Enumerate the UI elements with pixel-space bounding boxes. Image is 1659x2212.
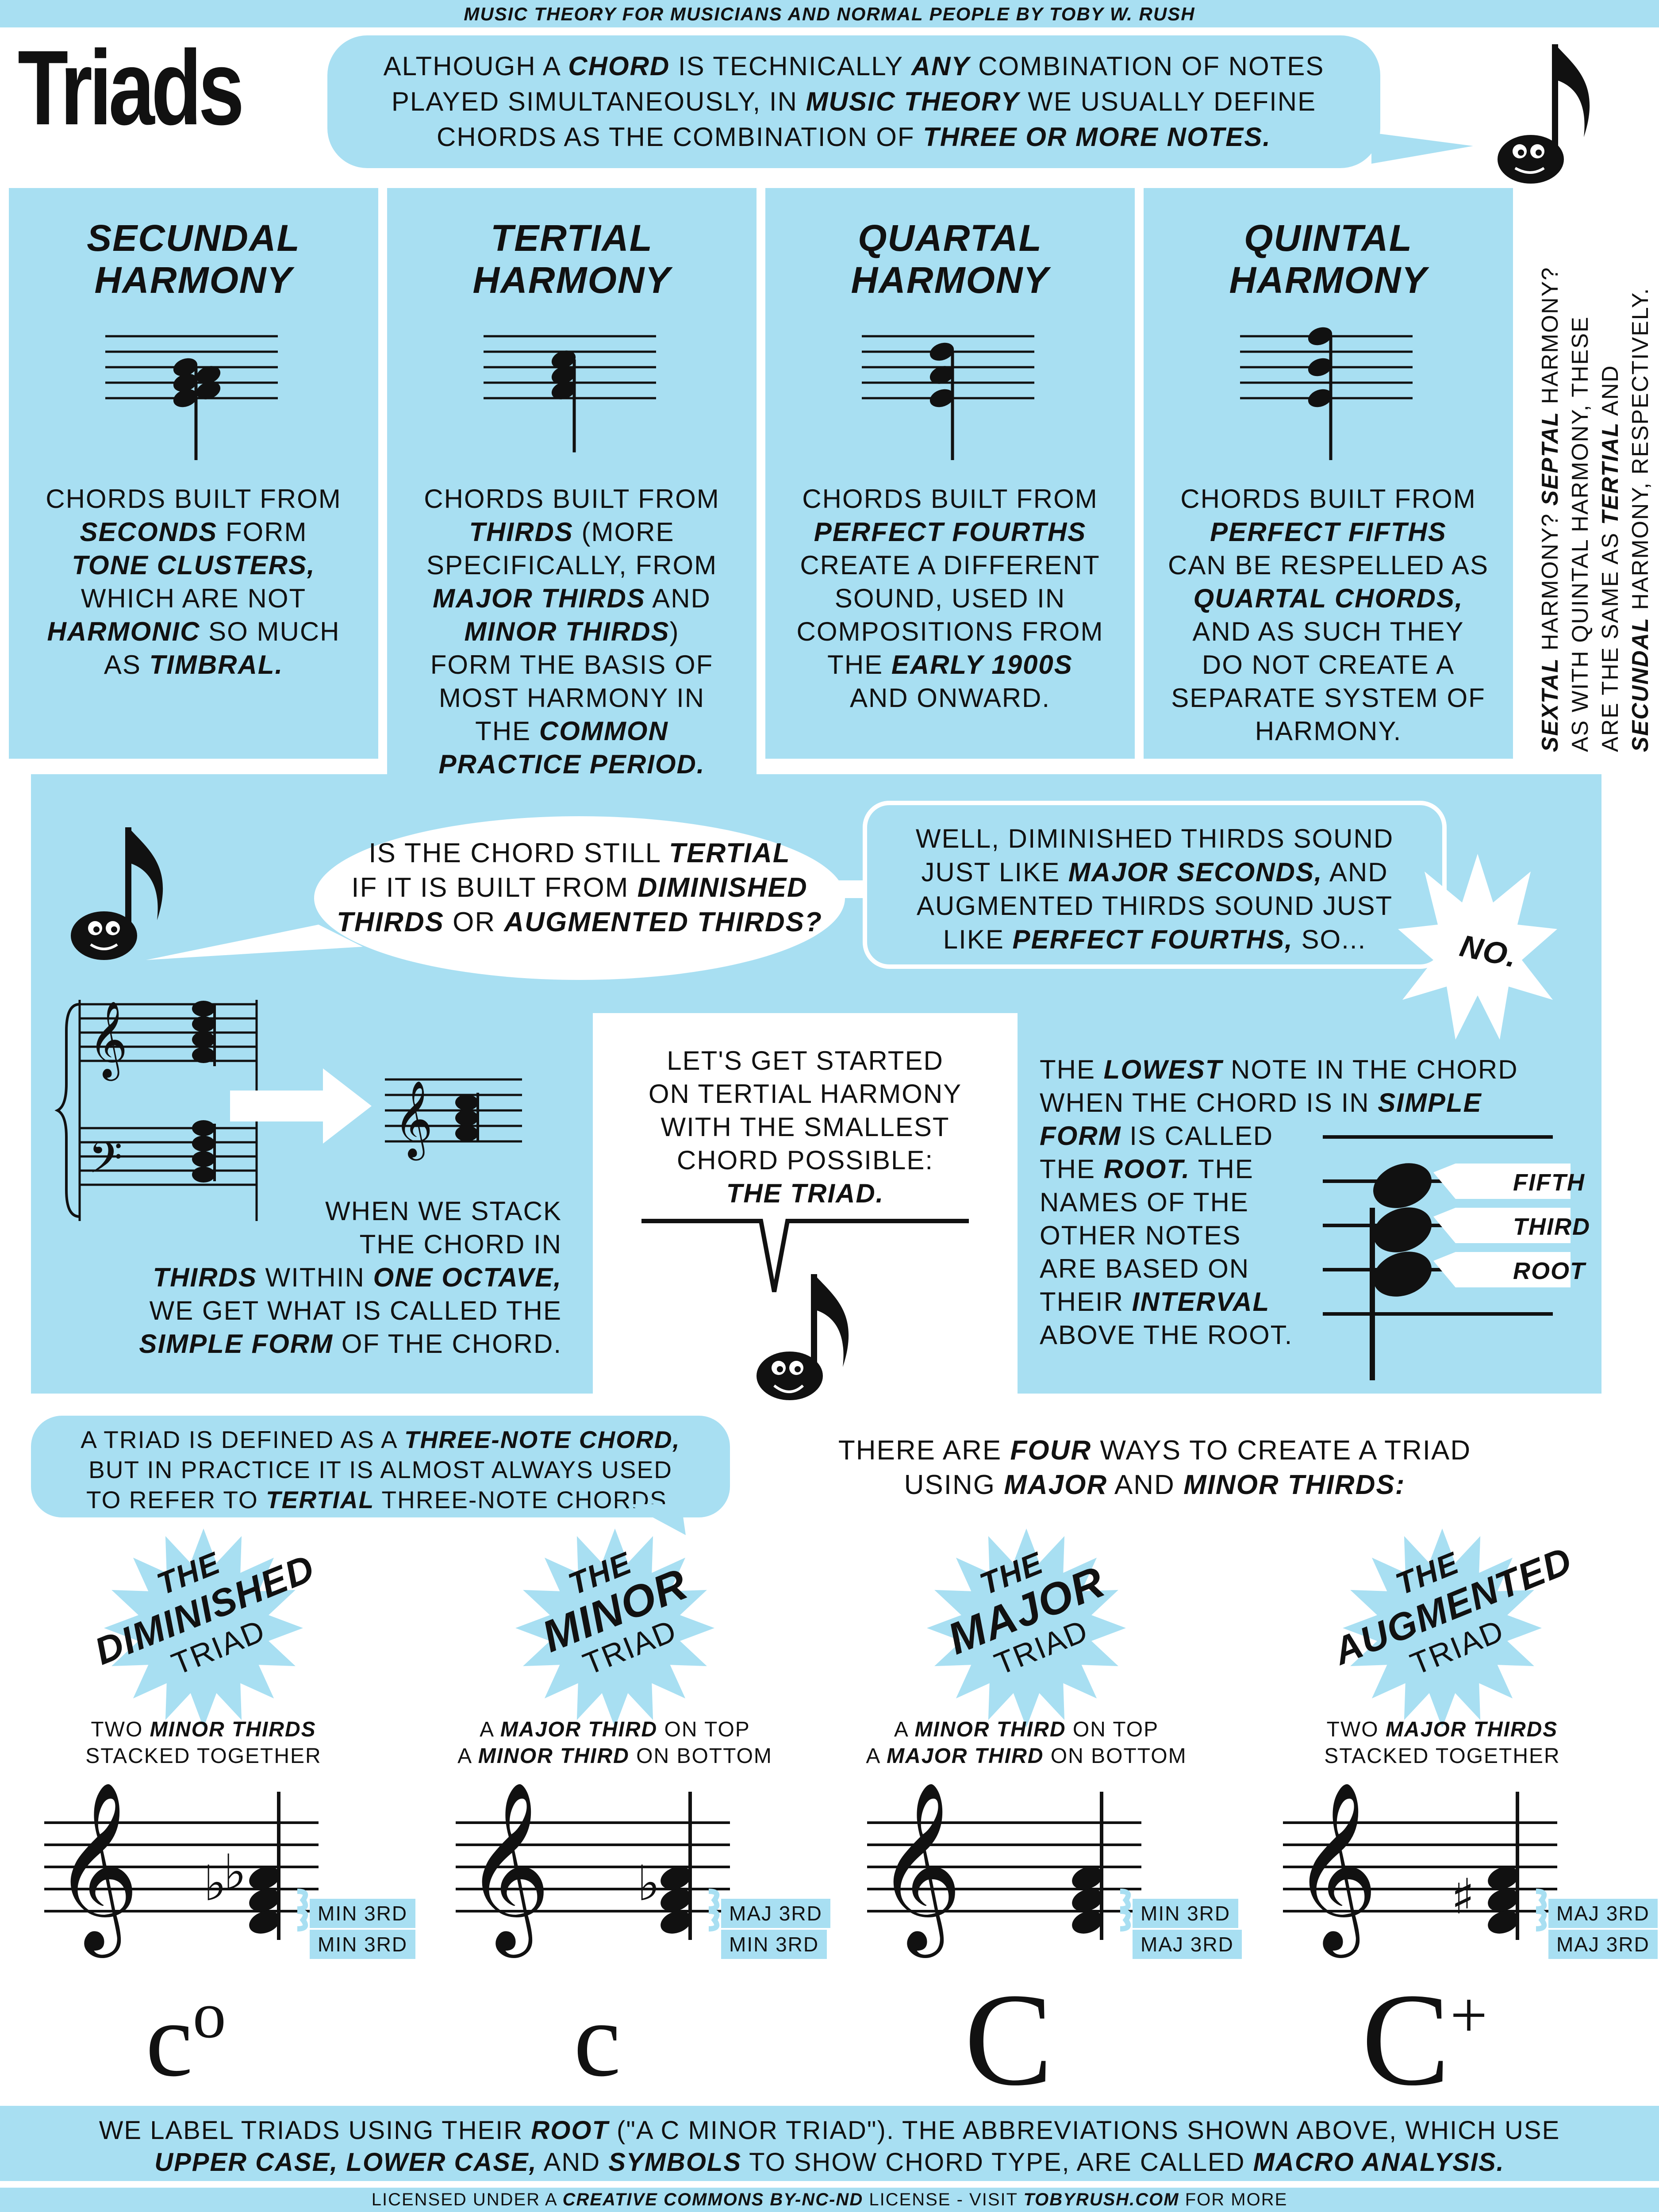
harmony-title: HARMONY	[472, 259, 671, 301]
simple-staff: 𝄞	[385, 1078, 522, 1161]
harmony-description: CHORDS BUILT FROM PERFECT FIFTHS CAN BE RE…	[1168, 484, 1489, 746]
harmony-title: TERTIAL	[490, 217, 653, 259]
get-started-text: LET'S GET STARTED ON TERTIAL HARMONY WIT…	[648, 1046, 962, 1208]
note-character-icon	[1498, 44, 1590, 184]
triad-description: TWO MAJOR THIRDS STACKED TOGETHER	[1324, 1718, 1560, 1768]
four-ways-text: THERE ARE FOUR WAYS TO CREATE A TRIAD US…	[838, 1435, 1471, 1500]
triad-description: A MINOR THIRD ON TOP A MAJOR THIRD ON BOT…	[866, 1718, 1187, 1768]
interval-label: MAJ 3RD	[1548, 1930, 1658, 1959]
harmony-staff	[105, 335, 278, 460]
harmony-staff	[484, 335, 656, 453]
page-title: Triads	[18, 28, 244, 147]
series-title: MUSIC THEORY FOR MUSICIANS AND NORMAL PE…	[464, 4, 1195, 24]
third-label: THIRD	[1513, 1214, 1590, 1240]
triad-staff: 𝄞 ♭	[456, 1780, 730, 1959]
root-label: ROOT	[1513, 1258, 1586, 1284]
svg-text:𝄞: 𝄞	[53, 1780, 139, 1959]
simple-form-text: WHEN WE STACK THE CHORD IN THIRDS WITHIN…	[139, 1196, 562, 1359]
triad-description: TWO MINOR THIRDS STACKED TOGETHER	[85, 1718, 322, 1768]
interval-label: MIN 3RD	[1133, 1899, 1239, 1928]
svg-text:𝄞: 𝄞	[465, 1780, 551, 1959]
svg-text:𝄞: 𝄞	[394, 1080, 433, 1161]
svg-text:𝄢: 𝄢	[88, 1133, 123, 1194]
harmony-description: CHORDS BUILT FROM THIRDS (MORE SPECIFICALL…	[424, 484, 720, 779]
svg-text:𝄞: 𝄞	[88, 1001, 128, 1081]
interval-label: MIN 3RD	[310, 1930, 416, 1959]
harmony-staff	[1240, 327, 1413, 460]
fifth-label: FIFTH	[1513, 1169, 1585, 1196]
intro-bubble: ALTHOUGH A CHORD IS TECHNICALLY ANY COMB…	[327, 35, 1380, 168]
triad-definition-bubble: A TRIAD IS DEFINED AS A THREE-NOTE CHORD…	[31, 1416, 730, 1517]
interval-label: MAJ 3RD	[721, 1899, 830, 1928]
note-character-icon	[757, 1274, 849, 1400]
license-text: LICENSED UNDER A CREATIVE COMMONS BY-NC-…	[371, 2190, 1288, 2209]
harmony-description: CHORDS BUILT FROM PERFECT FOURTHS CREATE A…	[796, 484, 1104, 713]
arrow-icon	[230, 1068, 372, 1144]
side-note: SEXTAL HARMONY? SEPTAL HARMONY? AS WITH …	[1537, 266, 1653, 752]
answer-box: WELL, DIMINISHED THIRDS SOUND JUST LIKE …	[863, 801, 1447, 969]
harmony-title: QUARTAL	[858, 217, 1042, 259]
sharp-icon: ♯	[1451, 1868, 1475, 1925]
triad-staff: 𝄞	[867, 1780, 1141, 1959]
flat-icon: ♭	[223, 1844, 246, 1901]
triad-staff: 𝄞 ♯	[1283, 1780, 1557, 1959]
svg-text:𝄞: 𝄞	[1292, 1780, 1378, 1959]
interval-label: MAJ 3RD	[1548, 1899, 1658, 1928]
footer-text: WE LABEL TRIADS USING THEIR ROOT ("A C M…	[99, 2116, 1560, 2177]
harmony-title: QUINTAL	[1244, 217, 1413, 259]
triad-staff: 𝄞 ♭♭	[44, 1780, 319, 1959]
flat-icon: ♭	[637, 1855, 660, 1912]
intro-bubble-tail	[1371, 133, 1473, 164]
harmony-title: SECUNDAL	[87, 217, 300, 259]
harmony-title: HARMONY	[1229, 259, 1428, 301]
harmony-title: HARMONY	[851, 259, 1049, 301]
interval-label: MAJ 3RD	[1133, 1930, 1242, 1959]
harmony-staff	[862, 335, 1034, 460]
interval-label: MIN 3RD	[721, 1930, 827, 1959]
triad-description: A MAJOR THIRD ON TOP A MINOR THIRD ON BOT…	[457, 1718, 772, 1768]
interval-label: MIN 3RD	[310, 1899, 416, 1928]
svg-text:𝄞: 𝄞	[876, 1780, 962, 1959]
harmony-title: HARMONY	[94, 259, 293, 301]
harmony-description: CHORDS BUILT FROM SECONDS FORM TONE CLUSTE…	[46, 484, 342, 680]
